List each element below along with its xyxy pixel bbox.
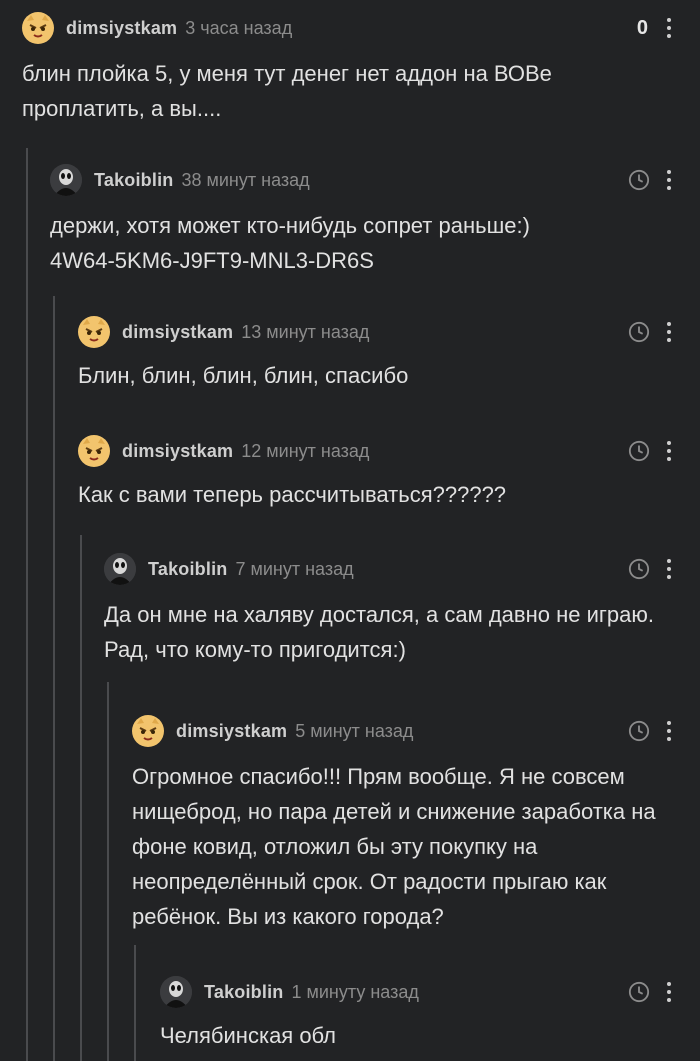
author-name[interactable]: dimsiystkam xyxy=(122,441,233,462)
dark-figure-icon xyxy=(160,976,192,1008)
comment-text: Да он мне на халяву достался, а сам давн… xyxy=(104,602,654,662)
comment: Takoiblin 7 минут назад Да он мне на хал… xyxy=(104,547,700,667)
thread-line xyxy=(53,296,55,1061)
cat-face-icon xyxy=(135,718,161,745)
thread-line xyxy=(26,148,28,1061)
comment-time[interactable]: 38 минут назад xyxy=(181,170,309,191)
author-name[interactable]: Takoiblin xyxy=(204,982,283,1003)
avatar[interactable] xyxy=(78,316,110,348)
comment: dimsiystkam 12 минут назад Как с вами те… xyxy=(78,429,700,512)
comment-header: Takoiblin 7 минут назад xyxy=(104,547,700,591)
avatar[interactable] xyxy=(104,553,136,585)
clock-icon[interactable] xyxy=(628,720,650,742)
comment: Takoiblin 38 минут назад держи, хотя мож… xyxy=(50,158,700,278)
more-options-icon[interactable] xyxy=(666,441,672,461)
avatar[interactable] xyxy=(50,164,82,196)
comment-rating: 0 xyxy=(636,16,648,39)
clock-icon[interactable] xyxy=(628,558,650,580)
author-name[interactable]: Takoiblin xyxy=(148,559,227,580)
avatar[interactable] xyxy=(160,976,192,1008)
thread-line xyxy=(134,945,136,1061)
clock-icon[interactable] xyxy=(628,440,650,462)
comment: dimsiystkam 5 минут назад Огромное спаси… xyxy=(132,709,700,934)
comment-header: dimsiystkam 13 минут назад xyxy=(78,310,700,354)
cat-face-icon xyxy=(81,438,107,465)
comment-text: Челябинская обл xyxy=(160,1023,337,1048)
avatar[interactable] xyxy=(78,435,110,467)
comment-time[interactable]: 13 минут назад xyxy=(241,322,369,343)
comment-text: Огромное спасибо!!! Прям вообще. Я не со… xyxy=(132,764,656,929)
avatar[interactable] xyxy=(22,12,54,44)
cat-face-icon xyxy=(25,15,51,42)
more-options-icon[interactable] xyxy=(666,559,672,579)
comment: Takoiblin 1 минуту назад Челябинская обл xyxy=(160,970,700,1053)
clock-icon[interactable] xyxy=(628,981,650,1003)
comment-header: Takoiblin 38 минут назад xyxy=(50,158,700,202)
more-options-icon[interactable] xyxy=(666,170,672,190)
thread-line xyxy=(80,535,82,1061)
comment-text: блин плойка 5, у меня тут денег нет аддо… xyxy=(22,61,552,121)
comment-time[interactable]: 5 минут назад xyxy=(295,721,413,742)
author-name[interactable]: Takoiblin xyxy=(94,170,173,191)
comment-time[interactable]: 7 минут назад xyxy=(235,559,353,580)
author-name[interactable]: dimsiystkam xyxy=(176,721,287,742)
more-options-icon[interactable] xyxy=(666,322,672,342)
comment-time[interactable]: 3 часа назад xyxy=(185,18,292,39)
comment-text: Как с вами теперь рассчитываться?????? xyxy=(78,482,507,507)
more-options-icon[interactable] xyxy=(666,721,672,741)
author-name[interactable]: dimsiystkam xyxy=(122,322,233,343)
comment: dimsiystkam 3 часа назад 0 блин плойка 5… xyxy=(22,6,700,126)
avatar[interactable] xyxy=(132,715,164,747)
comment-header: dimsiystkam 12 минут назад xyxy=(78,429,700,473)
more-options-icon[interactable] xyxy=(666,18,672,38)
more-options-icon[interactable] xyxy=(666,982,672,1002)
comment-text: Блин, блин, блин, блин, спасибо xyxy=(78,363,409,388)
cat-face-icon xyxy=(81,319,107,346)
comment-time[interactable]: 1 минуту назад xyxy=(291,982,418,1003)
comment-header: dimsiystkam 5 минут назад xyxy=(132,709,700,753)
clock-icon[interactable] xyxy=(628,169,650,191)
comment-header: dimsiystkam 3 часа назад 0 xyxy=(22,6,700,50)
comment: dimsiystkam 13 минут назад Блин, блин, б… xyxy=(78,310,700,393)
dark-figure-icon xyxy=(104,553,136,585)
author-name[interactable]: dimsiystkam xyxy=(66,18,177,39)
thread-line xyxy=(107,682,109,1061)
comment-time[interactable]: 12 минут назад xyxy=(241,441,369,462)
comment-text: держи, хотя может кто-нибудь сопрет рань… xyxy=(50,213,530,273)
clock-icon[interactable] xyxy=(628,321,650,343)
comment-header: Takoiblin 1 минуту назад xyxy=(160,970,700,1014)
dark-figure-icon xyxy=(50,164,82,196)
